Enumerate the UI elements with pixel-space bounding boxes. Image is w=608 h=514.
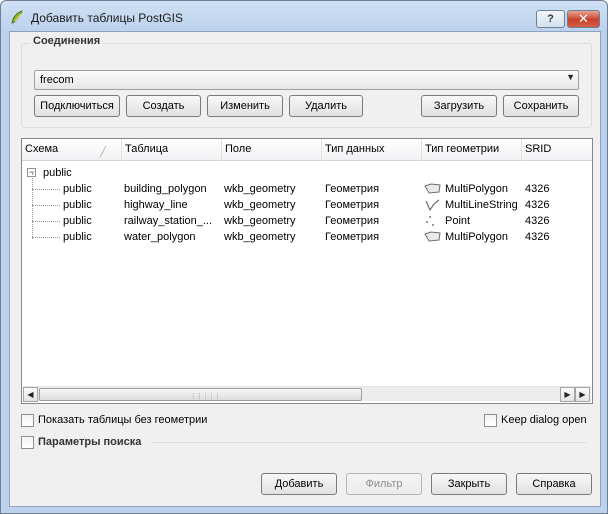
search-params-label: Параметры поиска (38, 436, 142, 448)
tree-connector (32, 189, 60, 190)
cell-srid: 4326 (525, 231, 550, 243)
cell-table: building_polygon (124, 183, 207, 195)
cell-srid: 4326 (525, 199, 550, 211)
cell-data-type: Геометрия (325, 183, 380, 195)
table-row[interactable]: public building_polygon wkb_geometry Гео… (22, 181, 592, 197)
tree-connector (32, 221, 60, 222)
delete-button[interactable]: Удалить (289, 95, 363, 117)
polygon-icon (424, 231, 441, 242)
tree-connector (32, 237, 60, 238)
dialog-body: Соединения frecom ▼ Подключиться Создать… (9, 31, 601, 507)
column-header-table[interactable]: Таблица (122, 139, 222, 161)
filter-button[interactable]: Фильтр (346, 473, 422, 495)
cell-field: wkb_geometry (224, 183, 296, 195)
cell-srid: 4326 (525, 183, 550, 195)
scroll-right-icon[interactable]: ▶ (560, 387, 575, 402)
cell-geometry-type: MultiPolygon (424, 229, 520, 245)
search-params-checkbox[interactable] (21, 436, 34, 449)
table-row[interactable]: public railway_station_... wkb_geometry … (22, 213, 592, 229)
table-row[interactable]: public highway_line wkb_geometry Геометр… (22, 197, 592, 213)
load-button[interactable]: Загрузить (421, 95, 497, 117)
show-no-geometry-label: Показать таблицы без геометрии (38, 414, 208, 426)
line-icon (425, 199, 440, 211)
column-header-field[interactable]: Поле (222, 139, 322, 161)
connections-group: Соединения frecom ▼ Подключиться Создать… (21, 35, 592, 128)
tables-tree-view[interactable]: Схема ╱ Таблица Поле Тип данных Тип геом… (21, 138, 593, 404)
help-button[interactable]: Справка (516, 473, 592, 495)
scroll-right-end-icon[interactable]: ▶ (575, 387, 590, 402)
table-row[interactable]: public water_polygon wkb_geometry Геомет… (22, 229, 592, 245)
column-header-geometry-type[interactable]: Тип геометрии (422, 139, 522, 161)
column-header-srid[interactable]: SRID (522, 139, 592, 161)
cell-geometry-type: MultiPolygon (424, 181, 520, 197)
cell-field: wkb_geometry (224, 231, 296, 243)
cell-schema: public (63, 215, 92, 227)
search-params-divider (152, 442, 586, 443)
window-title: Добавить таблицы PostGIS (31, 11, 183, 25)
title-bar[interactable]: Добавить таблицы PostGIS ? ✕ (1, 1, 607, 31)
keep-dialog-open-label: Keep dialog open (501, 414, 587, 426)
table-header: Схема ╱ Таблица Поле Тип данных Тип геом… (22, 139, 592, 161)
connection-select[interactable]: frecom ▼ (34, 70, 579, 90)
cell-schema: public (63, 231, 92, 243)
add-button[interactable]: Добавить (261, 473, 337, 495)
scroll-left-icon[interactable]: ◀ (23, 387, 38, 402)
scrollbar-thumb[interactable]: ⋮⋮⋮⋮⋮ (39, 388, 362, 401)
sort-indicator-icon: ╱ (100, 147, 107, 158)
save-button[interactable]: Сохранить (503, 95, 579, 117)
connections-group-title: Соединения (30, 35, 104, 47)
cell-field: wkb_geometry (224, 199, 296, 211)
close-button[interactable]: Закрыть (431, 473, 507, 495)
cell-data-type: Геометрия (325, 199, 380, 211)
close-window-button[interactable]: ✕ (567, 10, 600, 28)
horizontal-scrollbar[interactable]: ◀ ⋮⋮⋮⋮⋮ ▶ ▶ (23, 386, 591, 402)
edit-button[interactable]: Изменить (207, 95, 283, 117)
create-button[interactable]: Создать (126, 95, 201, 117)
schema-parent-label: public (43, 167, 72, 179)
cell-table: railway_station_... (124, 215, 213, 227)
connection-select-value: frecom (40, 74, 74, 86)
dialog-window: Добавить таблицы PostGIS ? ✕ Соединения … (0, 0, 608, 514)
column-header-data-type[interactable]: Тип данных (322, 139, 422, 161)
cell-geometry-type: Point (424, 213, 520, 229)
cell-table: water_polygon (124, 231, 196, 243)
connect-button[interactable]: Подключиться (34, 95, 120, 117)
tree-row-parent[interactable]: − public (22, 165, 592, 181)
cell-data-type: Геометрия (325, 215, 380, 227)
chevron-down-icon: ▼ (566, 72, 575, 82)
cell-schema: public (63, 183, 92, 195)
qgis-logo-icon (11, 10, 23, 24)
cell-data-type: Геометрия (325, 231, 380, 243)
cell-schema: public (63, 199, 92, 211)
cell-field: wkb_geometry (224, 215, 296, 227)
help-title-button[interactable]: ? (536, 10, 565, 28)
column-header-label: Схема (25, 143, 59, 155)
tree-connector (32, 205, 60, 206)
point-icon (426, 216, 434, 226)
column-header-schema[interactable]: Схема ╱ (22, 139, 122, 161)
cell-table: highway_line (124, 199, 188, 211)
cell-srid: 4326 (525, 215, 550, 227)
keep-dialog-open-checkbox[interactable] (484, 414, 497, 427)
polygon-icon (424, 183, 441, 194)
show-no-geometry-checkbox[interactable] (21, 414, 34, 427)
grip-icon: ⋮⋮⋮⋮⋮ (190, 393, 221, 400)
cell-geometry-type: MultiLineString (424, 197, 520, 213)
